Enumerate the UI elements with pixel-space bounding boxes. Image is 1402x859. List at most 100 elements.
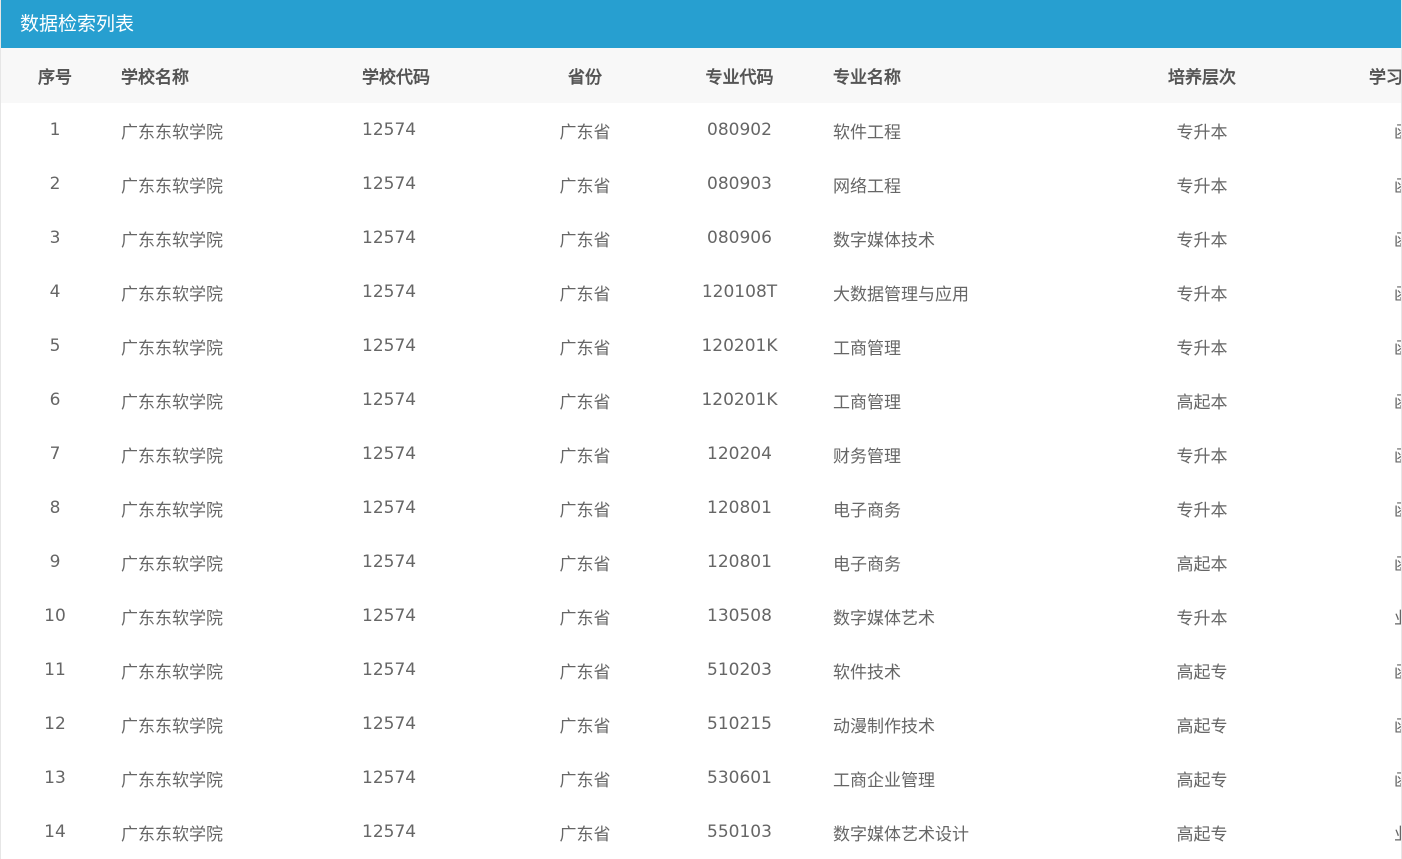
cell-major-code: 130508 bbox=[707, 606, 772, 626]
cell-school-name: 广东东软学院 bbox=[121, 446, 223, 467]
cell-school-code: 12574 bbox=[362, 822, 417, 842]
cell-major-code: 510215 bbox=[707, 714, 772, 734]
cell-level: 专升本 bbox=[1176, 122, 1228, 143]
cell-study-mode: 业余 bbox=[1271, 589, 1401, 643]
table-row: 10 广东东软学院 12574 广东省 130508 数字媒体艺术 专升本 业余 bbox=[1, 589, 1401, 643]
panel-title: 数据检索列表 bbox=[1, 0, 1401, 48]
table-row: 1 广东东软学院 12574 广东省 080902 软件工程 专升本 函授 bbox=[1, 103, 1401, 157]
cell-province: 广东省 bbox=[559, 824, 611, 845]
cell-study-mode: 函授 bbox=[1271, 427, 1401, 481]
cell-major-code: 120801 bbox=[707, 498, 772, 518]
cell-major-name: 网络工程 bbox=[833, 176, 901, 197]
table-row: 11 广东东软学院 12574 广东省 510203 软件技术 高起专 函授 bbox=[1, 643, 1401, 697]
cell-major-code: 080902 bbox=[707, 120, 772, 140]
cell-major-name: 数字媒体艺术设计 bbox=[833, 824, 969, 845]
table-row: 8 广东东软学院 12574 广东省 120801 电子商务 专升本 函授 bbox=[1, 481, 1401, 535]
cell-level: 高起专 bbox=[1176, 716, 1228, 737]
cell-province: 广东省 bbox=[559, 338, 611, 359]
cell-study-mode: 函授 bbox=[1271, 751, 1401, 805]
cell-school-name: 广东东软学院 bbox=[121, 716, 223, 737]
cell-province: 广东省 bbox=[559, 770, 611, 791]
cell-major-name: 工商管理 bbox=[833, 338, 901, 359]
cell-school-name: 广东东软学院 bbox=[121, 554, 223, 575]
cell-province: 广东省 bbox=[559, 122, 611, 143]
cell-school-code: 12574 bbox=[362, 336, 417, 356]
cell-index: 3 bbox=[49, 228, 61, 248]
cell-level: 专升本 bbox=[1176, 446, 1228, 467]
cell-level: 高起本 bbox=[1176, 554, 1228, 575]
cell-major-name: 大数据管理与应用 bbox=[833, 284, 969, 305]
cell-school-name: 广东东软学院 bbox=[121, 392, 223, 413]
cell-study-mode: 函授 bbox=[1271, 535, 1401, 589]
cell-major-name: 数字媒体艺术 bbox=[833, 608, 935, 629]
cell-index: 9 bbox=[49, 552, 61, 572]
cell-school-code: 12574 bbox=[362, 120, 417, 140]
cell-school-name: 广东东软学院 bbox=[121, 230, 223, 251]
table-header-row: 序号 学校名称 学校代码 省份 专业代码 专业名称 培养层次 学习形式 bbox=[1, 48, 1401, 103]
cell-province: 广东省 bbox=[559, 176, 611, 197]
cell-province: 广东省 bbox=[559, 716, 611, 737]
table-row: 7 广东东软学院 12574 广东省 120204 财务管理 专升本 函授 bbox=[1, 427, 1401, 481]
table-row: 3 广东东软学院 12574 广东省 080906 数字媒体技术 专升本 函授 bbox=[1, 211, 1401, 265]
cell-major-code: 120801 bbox=[707, 552, 772, 572]
cell-study-mode: 函授 bbox=[1271, 481, 1401, 535]
cell-major-name: 软件技术 bbox=[833, 662, 901, 683]
cell-level: 专升本 bbox=[1176, 608, 1228, 629]
table-row: 2 广东东软学院 12574 广东省 080903 网络工程 专升本 函授 bbox=[1, 157, 1401, 211]
cell-school-name: 广东东软学院 bbox=[121, 176, 223, 197]
data-search-panel: 数据检索列表 序号 学校名称 学校代码 省份 专业代码 专业名称 培养层次 学习… bbox=[0, 0, 1402, 859]
cell-province: 广东省 bbox=[559, 554, 611, 575]
cell-major-code: 530601 bbox=[707, 768, 772, 788]
col-header-level: 培养层次 bbox=[1168, 68, 1236, 88]
cell-study-mode: 函授 bbox=[1271, 373, 1401, 427]
table-row: 4 广东东软学院 12574 广东省 120108T 大数据管理与应用 专升本 函授 bbox=[1, 265, 1401, 319]
table-row: 9 广东东软学院 12574 广东省 120801 电子商务 高起本 函授 bbox=[1, 535, 1401, 589]
cell-index: 8 bbox=[49, 498, 61, 518]
cell-school-name: 广东东软学院 bbox=[121, 770, 223, 791]
cell-index: 5 bbox=[49, 336, 61, 356]
col-header-province: 省份 bbox=[568, 68, 602, 88]
cell-index: 14 bbox=[44, 822, 66, 842]
cell-major-name: 工商企业管理 bbox=[833, 770, 935, 791]
cell-level: 高起专 bbox=[1176, 770, 1228, 791]
cell-index: 1 bbox=[49, 120, 61, 140]
cell-school-name: 广东东软学院 bbox=[121, 824, 223, 845]
cell-study-mode: 业余 bbox=[1271, 805, 1401, 859]
cell-study-mode: 函授 bbox=[1271, 211, 1401, 265]
cell-major-code: 080906 bbox=[707, 228, 772, 248]
cell-major-code: 120108T bbox=[701, 282, 778, 302]
cell-level: 高起本 bbox=[1176, 392, 1228, 413]
cell-school-code: 12574 bbox=[362, 552, 417, 572]
cell-level: 高起专 bbox=[1176, 824, 1228, 845]
cell-province: 广东省 bbox=[559, 284, 611, 305]
cell-major-code: 120201K bbox=[701, 336, 778, 356]
cell-school-name: 广东东软学院 bbox=[121, 122, 223, 143]
cell-province: 广东省 bbox=[559, 608, 611, 629]
cell-level: 专升本 bbox=[1176, 284, 1228, 305]
cell-study-mode: 函授 bbox=[1271, 103, 1401, 157]
cell-school-name: 广东东软学院 bbox=[121, 608, 223, 629]
cell-school-name: 广东东软学院 bbox=[121, 662, 223, 683]
cell-index: 13 bbox=[44, 768, 66, 788]
cell-school-code: 12574 bbox=[362, 768, 417, 788]
cell-study-mode: 函授 bbox=[1271, 319, 1401, 373]
cell-level: 专升本 bbox=[1176, 176, 1228, 197]
cell-level: 高起专 bbox=[1176, 662, 1228, 683]
col-header-school-name: 学校名称 bbox=[121, 68, 189, 88]
cell-study-mode: 函授 bbox=[1271, 157, 1401, 211]
cell-major-name: 电子商务 bbox=[833, 500, 901, 521]
cell-province: 广东省 bbox=[559, 392, 611, 413]
cell-school-code: 12574 bbox=[362, 660, 417, 680]
cell-study-mode: 函授 bbox=[1271, 643, 1401, 697]
cell-study-mode: 函授 bbox=[1271, 265, 1401, 319]
cell-index: 10 bbox=[44, 606, 66, 626]
table-body: 1广东东软学院12574广东省080902软件工程专升本函授2广东东软学院125… bbox=[1, 103, 1401, 859]
cell-school-code: 12574 bbox=[362, 174, 417, 194]
cell-province: 广东省 bbox=[559, 500, 611, 521]
results-table: 序号 学校名称 学校代码 省份 专业代码 专业名称 培养层次 学习形式 1 广东东… bbox=[1, 48, 1401, 859]
cell-level: 专升本 bbox=[1176, 230, 1228, 251]
cell-major-name: 数字媒体技术 bbox=[833, 230, 935, 251]
cell-index: 7 bbox=[49, 444, 61, 464]
cell-province: 广东省 bbox=[559, 662, 611, 683]
cell-index: 4 bbox=[49, 282, 61, 302]
